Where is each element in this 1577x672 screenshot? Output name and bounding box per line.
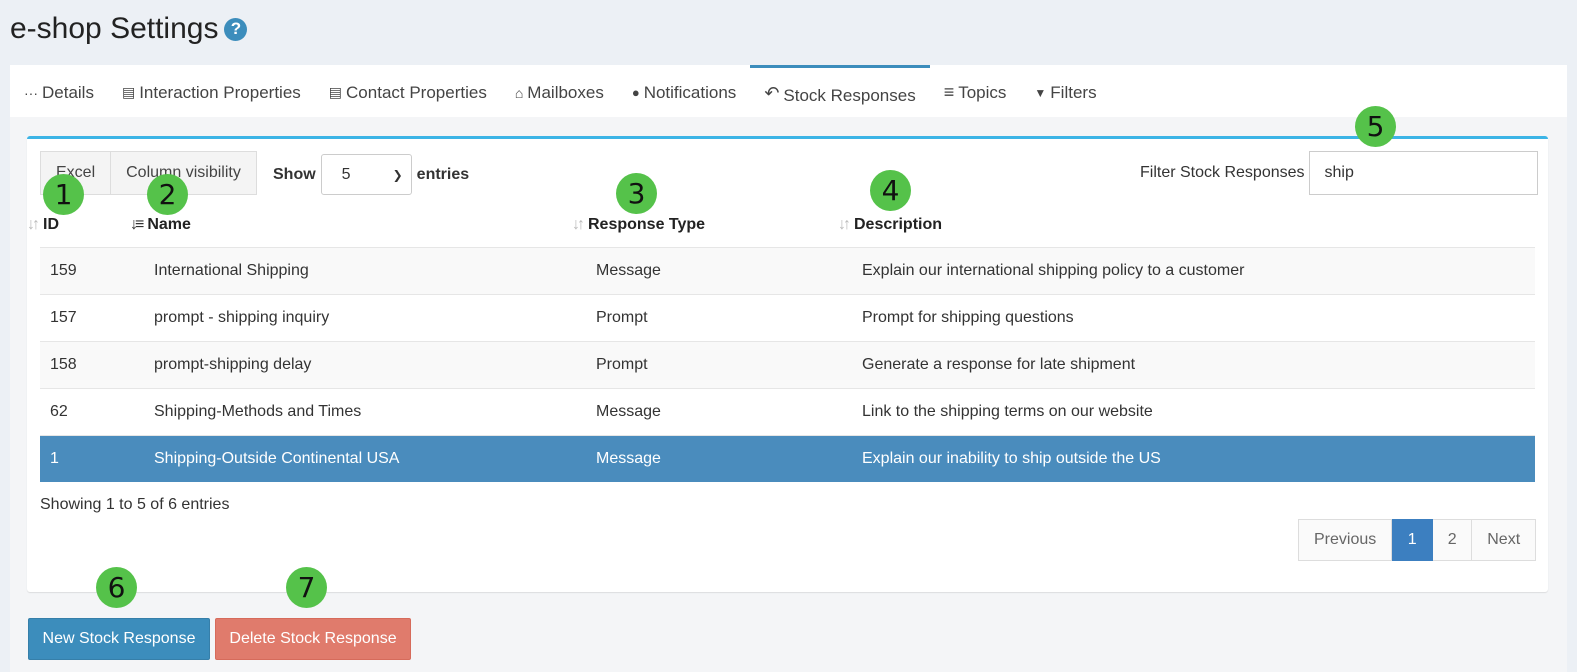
sort-ascending-icon: ↓≡ [130,216,144,233]
tab-details[interactable]: ··· Details [10,65,108,117]
new-stock-response-button[interactable]: New Stock Response [28,618,210,660]
column-header-label: Name [147,216,191,233]
cell-id: 157 [50,309,77,326]
column-header-label: Description [854,216,943,233]
cell-id: 158 [50,356,77,373]
page-size-select[interactable]: 5 ❯ [320,154,412,195]
tab-label: Details [42,82,94,102]
sort-icon: ↓↑ [27,216,40,233]
table-row[interactable]: 157 prompt - shipping inquiry Prompt Pro… [40,294,1535,341]
cell-description: Generate a response for late shipment [862,356,1136,373]
column-header-name[interactable]: ↓≡ Name [130,210,191,240]
chevron-down-icon: ❯ [392,167,403,182]
reply-icon: ↶ [764,83,780,103]
tab-topics[interactable]: ≡ Topics [930,65,1021,117]
cell-type: Prompt [596,309,648,326]
inbox-icon: ⌂ [514,84,524,101]
tab-filters[interactable]: ▼ Filters [1020,65,1110,117]
tab-notifications[interactable]: ● Notifications [618,65,750,117]
table-row[interactable]: 159 International Shipping Message Expla… [40,247,1535,294]
tab-label: Contact Properties [346,82,487,102]
annotation-marker-4: 4 [870,170,911,211]
table-info: Showing 1 to 5 of 6 entries [40,496,230,513]
cell-type: Message [596,403,661,420]
column-header-label: ID [43,216,59,233]
filter-icon: ▼ [1034,85,1047,100]
sort-icon: ↓↑ [572,216,585,233]
cell-name: prompt-shipping delay [154,356,312,373]
cell-description: Prompt for shipping questions [862,309,1074,326]
cell-description: Explain our international shipping polic… [862,262,1245,279]
annotation-marker-1: 1 [43,174,84,215]
column-header-response-type[interactable]: ↓↑ Response Type [572,210,705,240]
table-row-selected[interactable]: 1 Shipping-Outside Continental USA Messa… [40,435,1535,482]
cell-type: Message [596,450,661,467]
tab-label: Interaction Properties [139,82,301,102]
annotation-marker-5: 5 [1355,106,1396,147]
filter-label: Filter Stock Responses [1140,164,1305,181]
cell-name: Shipping-Outside Continental USA [154,450,400,467]
page-size-value: 5 [341,165,351,183]
cell-name: prompt - shipping inquiry [154,309,330,326]
page-2-button[interactable]: 2 [1433,519,1473,561]
ellipsis-icon: ··· [24,84,38,101]
filter-control: Filter Stock Responses ship [1140,151,1538,195]
table-row[interactable]: 158 prompt-shipping delay Prompt Generat… [40,341,1535,388]
tab-label: Notifications [643,82,737,102]
list-card-icon: ▤ [328,84,343,100]
delete-stock-response-button[interactable]: Delete Stock Response [215,618,411,660]
cell-description: Explain our inability to ship outside th… [862,450,1161,467]
cell-type: Prompt [596,356,648,373]
page-title: e-shop Settings ? [10,12,248,46]
annotation-marker-3: 3 [616,173,657,214]
annotation-marker-7: 7 [286,567,327,608]
cell-type: Message [596,262,661,279]
tab-label: Mailboxes [527,82,604,102]
entries-label: entries [416,165,470,183]
settings-tabs: ··· Details ▤ Interaction Properties ▤ C… [10,65,1567,117]
tab-contact-properties[interactable]: ▤ Contact Properties [315,65,501,117]
cell-name: Shipping-Methods and Times [154,403,362,420]
tab-label: Filters [1050,82,1097,102]
list-card-icon: ▤ [121,84,136,100]
column-header-id[interactable]: ↓↑ ID [27,210,59,240]
annotation-marker-2: 2 [147,174,188,215]
page-1-button[interactable]: 1 [1392,519,1434,561]
tab-label: Stock Responses [783,85,916,105]
pagination: Previous 1 2 Next [1298,519,1537,561]
previous-page-button[interactable]: Previous [1298,519,1393,561]
column-header-description[interactable]: ↓↑ Description [838,210,942,240]
cell-id: 62 [50,403,68,420]
help-icon[interactable]: ? [224,17,248,41]
tab-stock-responses[interactable]: ↶ Stock Responses [750,65,930,117]
tab-label: Topics [958,82,1007,102]
show-label: Show [273,165,316,183]
column-header-label: Response Type [588,216,706,233]
bell-icon: ● [631,85,640,100]
page-title-text: e-shop Settings [10,12,219,45]
page-length-control: Show 5 ❯ entries [273,154,469,195]
bars-icon: ≡ [943,82,955,102]
cell-description: Link to the shipping terms on our websit… [862,403,1153,420]
cell-name: International Shipping [154,262,309,279]
tab-mailboxes[interactable]: ⌂ Mailboxes [501,65,618,117]
table-row[interactable]: 62 Shipping-Methods and Times Message Li… [40,388,1535,435]
sort-icon: ↓↑ [838,216,851,233]
tab-interaction-properties[interactable]: ▤ Interaction Properties [108,65,315,117]
cell-id: 159 [50,262,77,279]
filter-input[interactable]: ship [1308,151,1538,195]
annotation-marker-6: 6 [96,567,137,608]
cell-id: 1 [50,450,59,467]
next-page-button[interactable]: Next [1472,519,1537,561]
